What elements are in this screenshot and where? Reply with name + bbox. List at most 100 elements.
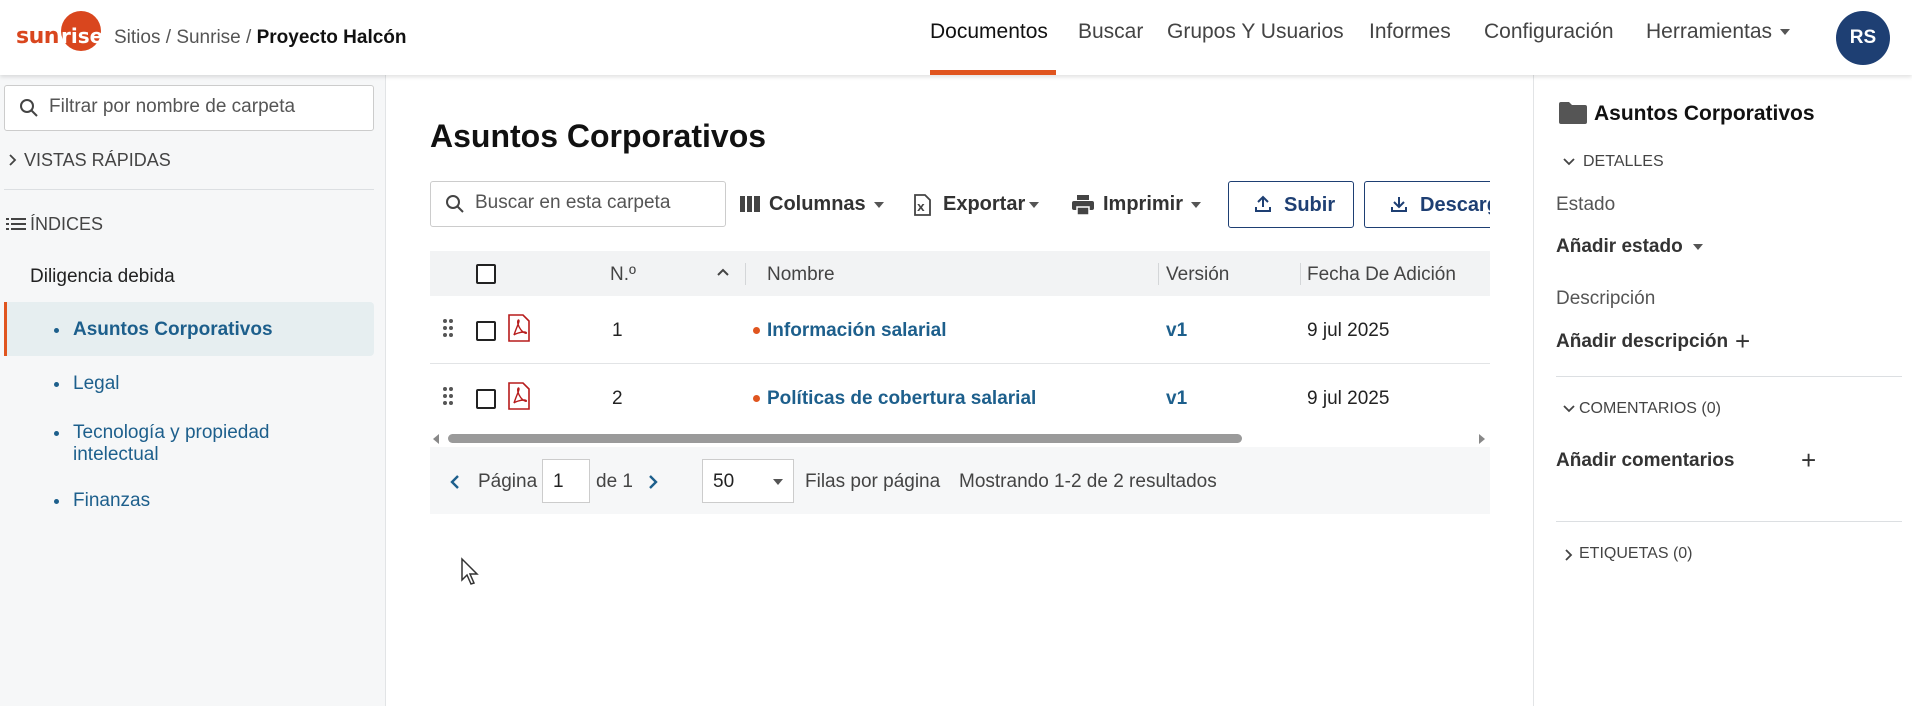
nav-tools[interactable]: Herramientas (1646, 20, 1791, 44)
sidebar-group-due-diligence[interactable]: Diligencia debida (30, 266, 175, 288)
folder-search-field[interactable] (430, 181, 726, 227)
bullet (54, 499, 59, 504)
row-checkbox[interactable] (476, 389, 496, 409)
nav-groups-users[interactable]: Grupos Y Usuarios (1167, 20, 1344, 44)
pdf-file-icon (508, 382, 530, 410)
list-icon (6, 218, 26, 230)
folder-filter-input[interactable] (49, 96, 359, 118)
rows-per-page-value: 50 (713, 471, 735, 492)
page-total-label: de 1 (596, 471, 633, 492)
scroll-right-arrow-icon[interactable] (1478, 434, 1486, 444)
panel-divider (1556, 521, 1902, 522)
document-name-link[interactable]: Políticas de cobertura salarial (767, 388, 1036, 410)
breadcrumb-sites[interactable]: Sitios (114, 27, 160, 48)
add-description-button[interactable]: Añadir descripción (1556, 331, 1728, 353)
columns-icon (740, 196, 760, 212)
chevron-down-icon (873, 201, 884, 208)
columns-button[interactable]: Columnas (740, 193, 884, 216)
add-comments-label: Añadir comentarios (1556, 450, 1735, 471)
document-name-link[interactable]: Información salarial (767, 320, 947, 342)
column-separator (1300, 263, 1301, 285)
top-bar: sun rise Sitios / Sunrise / Proyecto Hal… (0, 0, 1912, 75)
sidebar-divider (4, 189, 374, 190)
breadcrumb-separator: / (160, 27, 177, 48)
next-page-icon[interactable] (648, 474, 658, 490)
scrollbar-thumb[interactable] (448, 434, 1242, 443)
select-all-checkbox[interactable] (476, 264, 496, 284)
breadcrumb-separator: / (240, 27, 257, 48)
chevron-down-icon (773, 479, 783, 485)
table-row[interactable]: 1 Información salarial v1 9 jul 2025 (430, 296, 1490, 364)
drag-handle-icon[interactable] (442, 318, 454, 338)
folder-filter-field[interactable] (4, 85, 374, 131)
nav-reports[interactable]: Informes (1369, 20, 1451, 44)
status-dot (753, 327, 760, 334)
tags-section-label: ETIQUETAS (0) (1579, 545, 1693, 562)
row-number: 1 (612, 320, 623, 341)
column-header-number[interactable]: N.º (610, 264, 636, 286)
nav-settings[interactable]: Configuración (1484, 20, 1614, 44)
page-label: Página (478, 471, 538, 492)
bullet (54, 328, 59, 333)
page-number-input[interactable]: 1 (542, 459, 590, 503)
plus-icon[interactable]: + (1735, 328, 1750, 354)
breadcrumb-current: Proyecto Halcón (256, 27, 407, 48)
date-added: 9 jul 2025 (1307, 320, 1390, 341)
nav-documents[interactable]: Documentos (930, 20, 1048, 44)
columns-label: Columnas (769, 193, 866, 215)
version-link[interactable]: v1 (1166, 388, 1187, 410)
add-comment-plus-icon[interactable]: + (1801, 447, 1816, 473)
export-button[interactable]: X Exportar (912, 193, 1040, 216)
search-icon (20, 99, 38, 117)
column-header-name[interactable]: Nombre (767, 264, 835, 286)
chevron-right-icon (9, 154, 17, 166)
avatar[interactable]: RS (1836, 11, 1890, 65)
folder-sidebar: VISTAS RÁPIDAS ÍNDICES Diligencia debida… (0, 75, 386, 706)
details-title: Asuntos Corporativos (1594, 102, 1815, 125)
drag-handle-icon[interactable] (442, 386, 454, 406)
active-nav-indicator (930, 70, 1056, 75)
sidebar-item-label-line2: intelectual (73, 444, 159, 465)
page-title: Asuntos Corporativos (430, 118, 767, 154)
chevron-down-icon (1563, 405, 1575, 413)
table-row[interactable]: 2 Políticas de cobertura salarial v1 9 j… (430, 364, 1490, 432)
bullet (54, 382, 59, 387)
indexes-label: ÍNDICES (30, 214, 104, 234)
upload-button[interactable]: Subir (1228, 181, 1354, 228)
chevron-down-icon (1191, 201, 1202, 208)
add-description-label: Añadir descripción (1556, 331, 1729, 352)
status-label: Estado (1556, 194, 1616, 215)
sidebar-item-label: Asuntos Corporativos (73, 319, 273, 340)
panel-divider (1556, 376, 1902, 377)
print-button[interactable]: Imprimir (1072, 193, 1202, 216)
rows-per-page-select[interactable]: 50 (702, 459, 794, 503)
nav-tools-label: Herramientas (1646, 20, 1773, 43)
details-panel: Asuntos Corporativos DETALLES Estado Aña… (1533, 75, 1912, 706)
pdf-file-icon (508, 314, 530, 342)
search-icon (446, 195, 464, 213)
sort-ascending-icon[interactable] (716, 267, 730, 277)
add-status-button[interactable]: Añadir estado (1556, 236, 1703, 258)
upload-label: Subir (1284, 194, 1336, 216)
column-header-version[interactable]: Versión (1166, 264, 1229, 286)
nav-search[interactable]: Buscar (1078, 20, 1143, 44)
date-added: 9 jul 2025 (1307, 388, 1390, 409)
breadcrumb-site[interactable]: Sunrise (176, 27, 240, 48)
export-label: Exportar (943, 193, 1026, 215)
status-dot (753, 395, 760, 402)
bullet (54, 431, 59, 436)
upload-icon (1255, 195, 1271, 212)
scroll-left-arrow-icon[interactable] (432, 434, 440, 444)
column-separator (745, 263, 746, 285)
svg-text:X: X (917, 203, 925, 214)
logo-text-left: sun (16, 24, 59, 49)
download-button[interactable]: Descargar (1364, 181, 1490, 228)
folder-search-input[interactable] (475, 192, 715, 214)
download-icon (1391, 197, 1407, 212)
description-label: Descripción (1556, 288, 1656, 309)
previous-page-icon[interactable] (450, 474, 460, 490)
row-checkbox[interactable] (476, 321, 496, 341)
chevron-down-icon (1692, 243, 1703, 250)
version-link[interactable]: v1 (1166, 320, 1187, 342)
column-header-date-added[interactable]: Fecha De Adición (1307, 264, 1456, 286)
